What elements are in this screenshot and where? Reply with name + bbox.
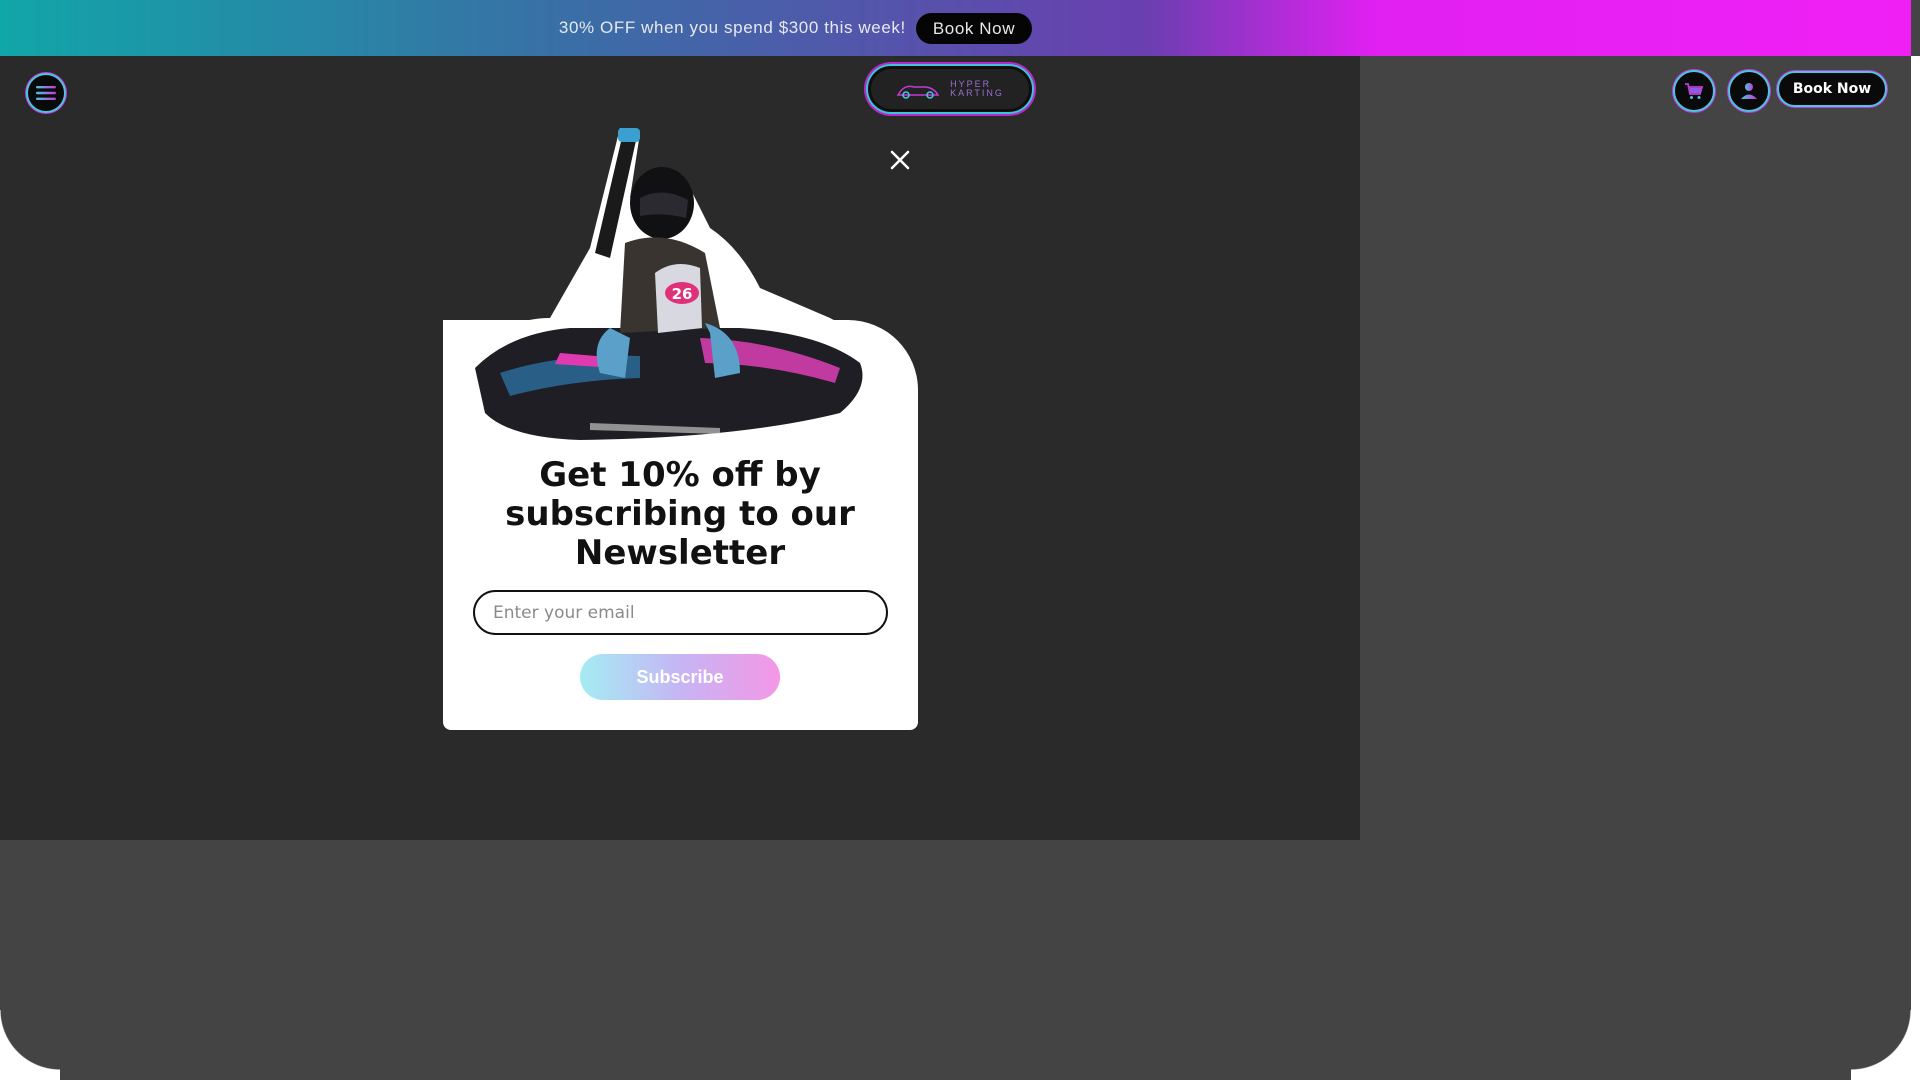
right-gutter <box>1911 56 1920 1080</box>
announcement-book-now-button[interactable]: Book Now <box>915 12 1033 44</box>
announcement-bar: 30% OFF when you spend $300 this week! B… <box>0 0 1911 56</box>
announcement-text: 30% OFF when you spend $300 this week! <box>558 18 906 37</box>
logo-text: HYPER KARTING <box>950 80 1004 98</box>
site-logo[interactable]: HYPER KARTING <box>868 66 1032 112</box>
close-icon <box>890 150 910 170</box>
kart-number: 26 <box>672 285 693 303</box>
cart-button[interactable] <box>1673 70 1715 112</box>
popup-title: Get 10% off by subscribing to our Newsle… <box>505 455 855 573</box>
header-book-now-button[interactable]: Book Now <box>1777 71 1887 107</box>
menu-button[interactable] <box>26 73 66 113</box>
subscribe-button[interactable]: Subscribe <box>580 654 780 700</box>
hamburger-menu-icon <box>36 86 56 100</box>
close-popup-button[interactable] <box>884 144 916 176</box>
bottom-right-corner <box>1851 1010 1911 1080</box>
kart-logo-icon <box>896 85 940 99</box>
user-icon <box>1741 83 1757 99</box>
bottom-left-corner <box>0 1010 60 1080</box>
go-kart-driver-image: 26 <box>460 128 880 445</box>
logo-line-2: KARTING <box>950 88 1004 98</box>
account-button[interactable] <box>1728 70 1770 112</box>
email-field[interactable] <box>473 590 888 635</box>
cart-icon <box>1685 83 1704 99</box>
